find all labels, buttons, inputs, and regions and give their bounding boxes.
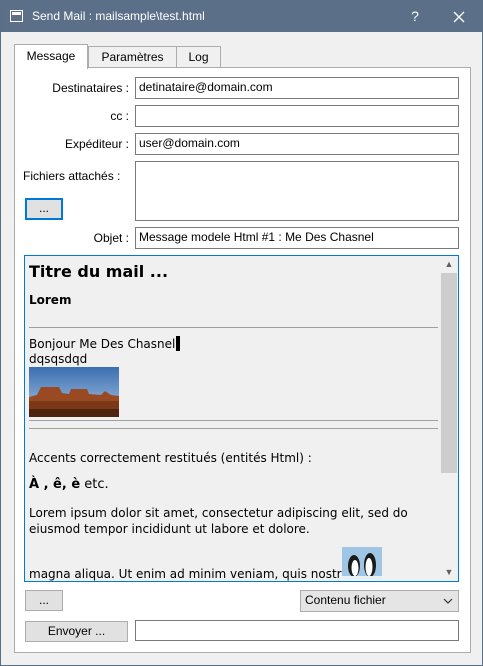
close-icon — [453, 11, 465, 23]
attachments-list[interactable] — [135, 161, 459, 221]
penguins-image — [342, 547, 382, 579]
desert-landscape-image — [29, 367, 119, 417]
body-paragraph-1b: eiusmod tempor incididunt ut labore et d… — [29, 522, 310, 536]
content-source-select[interactable]: Contenu fichier — [300, 590, 459, 612]
send-button[interactable]: Envoyer ... — [25, 621, 128, 642]
message-body-content[interactable]: Titre du mail ... Lorem Bonjour Me Des C… — [25, 256, 439, 581]
body-subtitle: Lorem — [29, 293, 72, 307]
to-label: Destinataires : — [52, 81, 129, 95]
text-cursor — [176, 336, 180, 351]
body-scrollbar[interactable]: ▲ ▼ — [440, 256, 458, 581]
body-accents-examples: À , ê, è etc. — [29, 477, 109, 492]
tab-message[interactable]: Message — [14, 44, 88, 69]
scroll-down-icon[interactable]: ▼ — [440, 564, 458, 581]
body-greeting: Bonjour Me Des Chasnel, — [29, 337, 180, 351]
title-bar[interactable]: Send Mail : mailsample\test.html ? — [1, 1, 482, 32]
chevron-down-icon — [443, 598, 453, 604]
from-field[interactable]: user@domain.com — [135, 133, 459, 155]
help-button[interactable]: ? — [405, 6, 425, 26]
body-accents-line: Accents correctement restitués (entités … — [29, 451, 312, 465]
send-status-field[interactable] — [135, 620, 459, 641]
cc-label: cc : — [110, 109, 129, 123]
separator-1 — [29, 327, 438, 328]
body-accents-suffix: etc. — [80, 477, 109, 492]
tab-log[interactable]: Log — [176, 46, 221, 68]
more-options-button[interactable]: ... — [25, 590, 63, 611]
close-button[interactable] — [447, 6, 471, 28]
to-field[interactable]: detinataire@domain.com — [135, 77, 459, 99]
body-line2: dqsqsdqd — [29, 352, 88, 366]
separator-2 — [29, 420, 438, 421]
body-accents-bold: À , ê, è — [29, 477, 81, 492]
add-attachment-button[interactable]: ... — [25, 198, 63, 220]
subject-field[interactable]: Message modele Html #1 : Me Des Chasnel — [135, 227, 459, 249]
cc-field[interactable] — [135, 105, 459, 127]
window-title: Send Mail : mailsample\test.html — [32, 9, 205, 23]
scroll-up-icon[interactable]: ▲ — [440, 256, 458, 273]
subject-label: Objet : — [93, 231, 129, 245]
from-label: Expéditeur : — [64, 137, 129, 151]
separator-3 — [29, 428, 438, 429]
message-body-editor[interactable]: Titre du mail ... Lorem Bonjour Me Des C… — [24, 255, 459, 582]
body-paragraph-2: magna aliqua. Ut enim ad minim veniam, q… — [29, 567, 357, 581]
app-window-icon — [10, 10, 23, 22]
body-paragraph-1a: Lorem ipsum dolor sit amet, consectetur … — [29, 506, 408, 520]
scroll-thumb[interactable] — [441, 273, 457, 473]
content-source-value: Contenu fichier — [305, 593, 386, 607]
body-title: Titre du mail ... — [29, 262, 169, 281]
tab-parametres[interactable]: Paramètres — [88, 46, 177, 68]
send-mail-window: Send Mail : mailsample\test.html ? Messa… — [0, 0, 483, 666]
attachments-label: Fichiers attachés : — [23, 169, 121, 183]
